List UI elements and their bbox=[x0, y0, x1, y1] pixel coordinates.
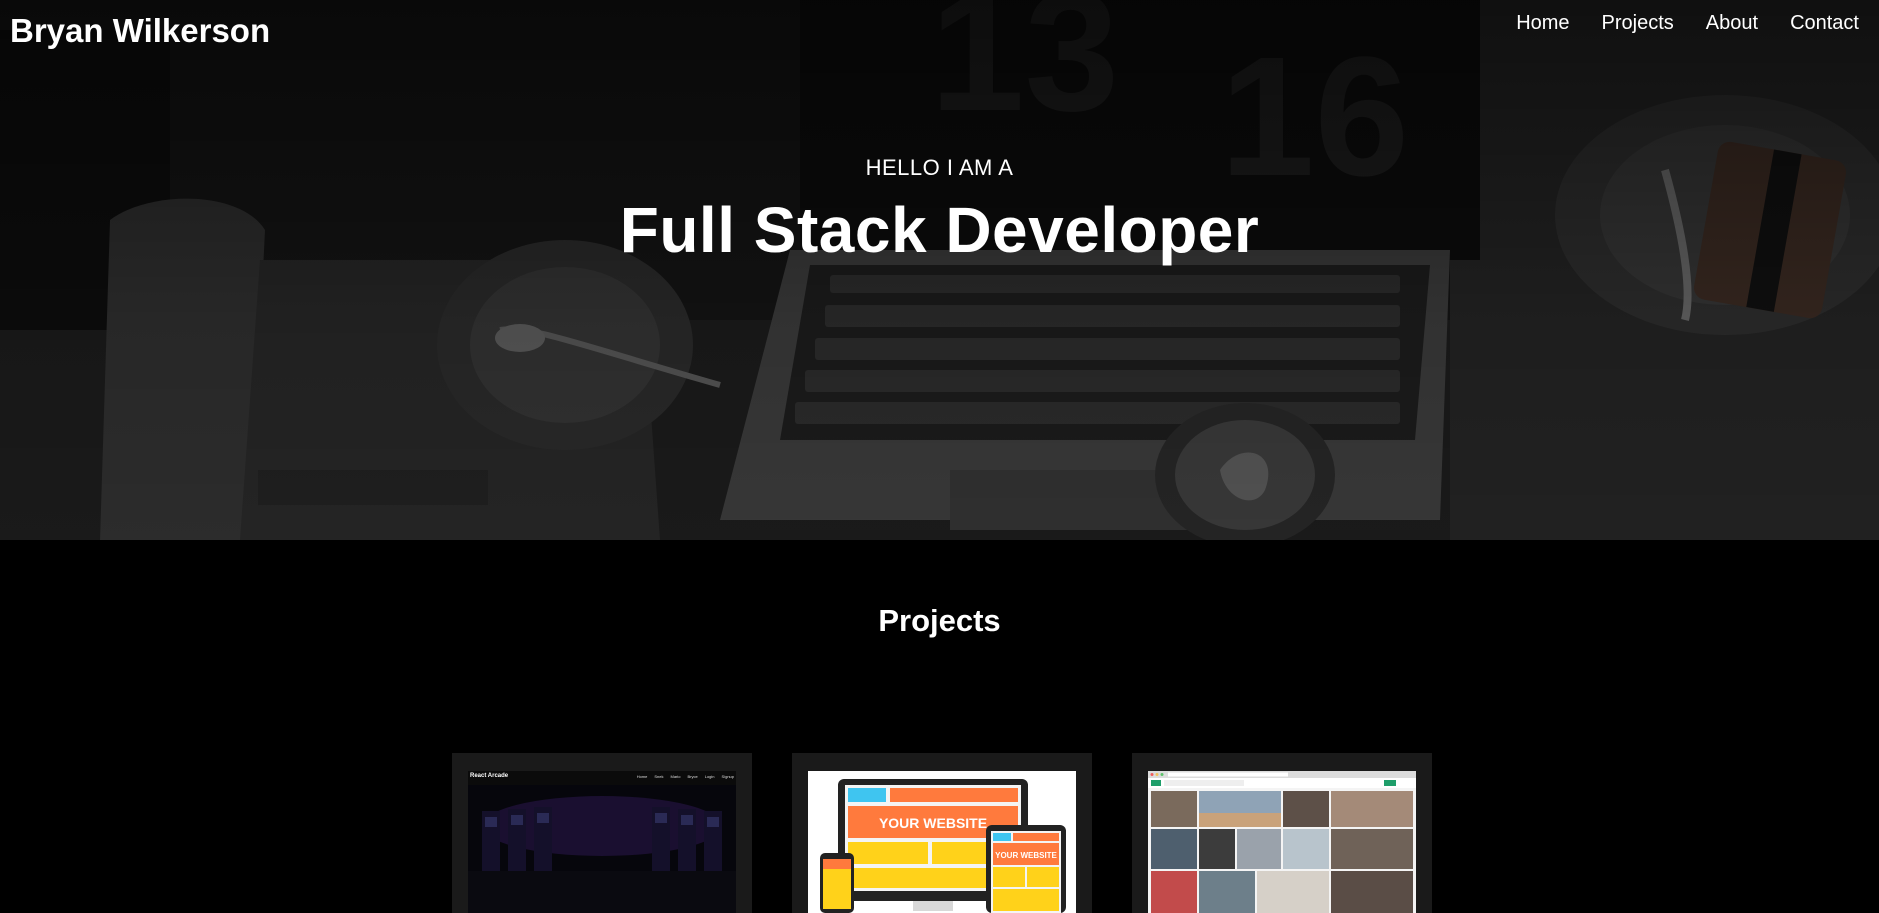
hero-kicker: HELLO I AM A bbox=[865, 155, 1014, 180]
project-thumbnail-your-website: YOUR WEBSITE YOUR WEBSITE bbox=[808, 771, 1076, 913]
arcade-thumb-title: React Arcade bbox=[470, 773, 509, 779]
project-card-arcade[interactable]: React Arcade Home Snek Mario Bryce Login… bbox=[452, 753, 752, 913]
your-website-small-text: YOUR WEBSITE bbox=[995, 851, 1057, 860]
brand-logo[interactable]: Bryan Wilkerson bbox=[10, 12, 270, 50]
projects-heading: Projects bbox=[878, 603, 1001, 638]
arcade-thumb-nav-item: Login bbox=[704, 774, 715, 779]
navbar: Bryan Wilkerson Home Projects About Cont… bbox=[0, 0, 1879, 60]
nav-item-about: About bbox=[1706, 12, 1758, 35]
nav-link-home[interactable]: Home bbox=[1516, 12, 1569, 34]
arcade-thumb-nav-item: Bryce bbox=[687, 774, 698, 779]
nav-link-projects[interactable]: Projects bbox=[1602, 12, 1674, 34]
hero-overlay bbox=[0, 0, 1879, 540]
project-cards: React Arcade Home Snek Mario Bryce Login… bbox=[452, 753, 1432, 913]
project-card-your-website[interactable]: YOUR WEBSITE YOUR WEBSITE bbox=[792, 753, 1092, 913]
photo-gallery-screenshot bbox=[1148, 771, 1416, 913]
nav-links: Home Projects About Contact bbox=[1516, 12, 1859, 35]
nav-link-about[interactable]: About bbox=[1706, 12, 1758, 34]
nav-item-contact: Contact bbox=[1790, 12, 1859, 35]
project-thumbnail-arcade: React Arcade Home Snek Mario Bryce Login… bbox=[468, 771, 736, 913]
project-thumbnail-photo-gallery bbox=[1148, 771, 1416, 913]
arcade-screenshot-image bbox=[468, 771, 736, 913]
nav-link-contact[interactable]: Contact bbox=[1790, 12, 1859, 34]
arcade-thumb-nav-item: Home bbox=[636, 774, 648, 779]
arcade-thumb-nav-item: Mario bbox=[670, 774, 681, 779]
hero-title: Full Stack Developer bbox=[619, 194, 1260, 266]
your-website-illustration: YOUR WEBSITE YOUR WEBSITE bbox=[808, 771, 1076, 913]
arcade-thumb-nav-item: Snek bbox=[654, 774, 664, 779]
arcade-thumb-nav: Home Snek Mario Bryce Login Signup bbox=[637, 774, 734, 779]
nav-item-projects: Projects bbox=[1602, 12, 1674, 35]
project-card-photo-gallery[interactable] bbox=[1132, 753, 1432, 913]
hero-section: 13 16 Bryan Wilke bbox=[0, 0, 1879, 540]
hero-text: HELLO I AM A Full Stack Developer bbox=[0, 155, 1879, 267]
arcade-thumb-header: React Arcade Home Snek Mario Bryce Login… bbox=[468, 771, 736, 785]
arcade-thumb-nav-item: Signup bbox=[721, 774, 734, 779]
nav-item-home: Home bbox=[1516, 12, 1569, 35]
your-website-big-text: YOUR WEBSITE bbox=[879, 815, 987, 831]
